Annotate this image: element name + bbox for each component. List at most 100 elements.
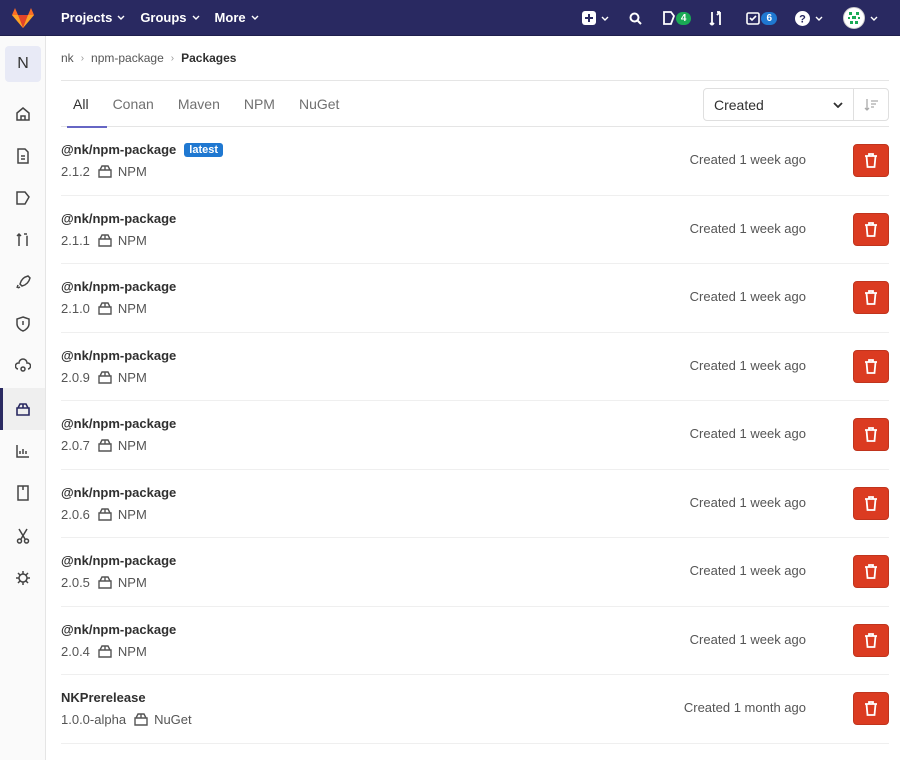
help-dropdown[interactable]: ? [795, 10, 823, 26]
new-item-dropdown[interactable] [581, 11, 609, 25]
nav-projects[interactable]: Projects [61, 10, 125, 25]
gitlab-logo[interactable] [0, 0, 46, 36]
chevron-down-icon [601, 16, 609, 21]
top-navbar: Projects Groups More 4 6 ? [0, 0, 900, 36]
package-name[interactable]: @nk/npm-package [61, 416, 176, 431]
created-timestamp: Created 1 week ago [689, 494, 806, 510]
sidebar-item-operations[interactable] [0, 345, 45, 387]
sort-by-dropdown[interactable]: Created [704, 89, 854, 120]
sort-lowest-icon [864, 98, 878, 111]
breadcrumb-separator-icon: › [170, 52, 175, 64]
chevron-down-icon [192, 15, 200, 20]
help-icon: ? [795, 10, 810, 26]
breadcrumb-namespace[interactable]: nk [61, 51, 74, 65]
sidebar-item-ci-cd[interactable] [0, 261, 45, 303]
gear-icon [15, 571, 30, 585]
merge-requests-button[interactable] [709, 10, 724, 26]
nav-more[interactable]: More [215, 10, 259, 25]
user-menu-dropdown[interactable] [843, 7, 878, 29]
tab-all[interactable]: All [67, 81, 106, 128]
nav-projects-label: Projects [61, 10, 113, 25]
sidebar-item-packages[interactable] [0, 388, 45, 430]
sidebar-item-analytics[interactable] [0, 430, 45, 472]
tab-conan[interactable]: Conan [113, 81, 154, 127]
delete-package-button[interactable] [853, 349, 889, 383]
issues-icon [15, 191, 30, 205]
delete-package-button[interactable] [853, 212, 889, 246]
package-version: 2.0.5 [61, 575, 90, 590]
delete-package-button[interactable] [853, 144, 889, 177]
package-name[interactable]: @nk/npm-package [61, 211, 176, 226]
trash-icon [865, 495, 877, 511]
package-icon [98, 233, 112, 247]
created-timestamp: Created 1 week ago [689, 289, 806, 304]
package-name[interactable]: NKPrerelease [61, 690, 146, 705]
trash-icon [865, 221, 877, 237]
package-name[interactable]: @nk/npm-package [61, 142, 176, 157]
chart-icon [15, 445, 29, 458]
issues-button[interactable]: 4 [662, 11, 692, 25]
svg-text:?: ? [799, 13, 806, 25]
package-row: @nk/npm-package 2.0.4 NPM Created 1 week… [61, 607, 889, 675]
breadcrumb-project[interactable]: npm-package [91, 51, 164, 65]
package-version: 2.1.0 [61, 301, 90, 316]
created-timestamp: Created 1 week ago [689, 357, 806, 373]
sidebar-item-repository[interactable] [0, 135, 45, 177]
chevron-down-icon [251, 15, 259, 20]
package-version: 2.1.2 [61, 164, 90, 179]
sidebar-item-project-overview[interactable] [0, 93, 45, 135]
project-avatar[interactable]: N [5, 46, 41, 82]
package-name[interactable]: @nk/npm-package [61, 553, 176, 568]
sidebar-item-wiki[interactable] [0, 472, 45, 514]
tab-nuget[interactable]: NuGet [299, 81, 339, 127]
sidebar-item-issues[interactable] [0, 177, 45, 219]
todos-button[interactable]: 6 [746, 11, 777, 25]
delete-package-button[interactable] [853, 486, 889, 520]
package-row: NKPrerelease 1.0.0-alpha NuGet Created 1… [61, 675, 889, 744]
sidebar-item-settings[interactable] [0, 557, 45, 599]
delete-package-button[interactable] [853, 281, 889, 314]
search-button[interactable] [629, 12, 642, 25]
chevron-down-icon [117, 15, 125, 20]
delete-package-button[interactable] [853, 555, 889, 588]
nav-more-label: More [214, 10, 246, 25]
package-row: @nk/npm-package 2.1.0 NPM Created 1 week… [61, 264, 889, 333]
tab-npm[interactable]: NPM [244, 81, 275, 127]
trash-icon [865, 358, 877, 374]
search-icon [629, 12, 642, 25]
tab-maven[interactable]: Maven [178, 81, 220, 127]
package-type: NPM [117, 438, 147, 453]
delete-package-button[interactable] [853, 623, 889, 657]
package-icon [98, 644, 112, 658]
nav-groups-label: Groups [140, 10, 187, 25]
trash-icon [865, 153, 877, 168]
sort-direction-button[interactable] [854, 89, 888, 120]
plus-square-icon [581, 11, 596, 25]
delete-package-button[interactable] [853, 692, 889, 725]
delete-package-button[interactable] [853, 418, 889, 451]
created-timestamp: Created 1 month ago [683, 700, 806, 715]
created-timestamp: Created 1 week ago [689, 426, 806, 441]
package-icon [15, 403, 30, 416]
chevron-down-icon [870, 16, 878, 21]
sidebar-item-merge-requests[interactable] [0, 219, 45, 261]
breadcrumb-current[interactable]: Packages [181, 51, 236, 65]
package-version: 2.0.9 [61, 369, 90, 385]
package-version: 2.0.4 [61, 643, 90, 659]
package-name[interactable]: @nk/npm-package [61, 279, 176, 294]
package-row: @nk/npm-package 2.0.9 NPM Created 1 week… [61, 333, 889, 401]
sidebar-item-snippets[interactable] [0, 515, 45, 557]
package-name[interactable]: @nk/npm-package [61, 348, 176, 363]
package-icon [98, 439, 112, 452]
sort-by-value: Created [714, 96, 764, 113]
created-timestamp: Created 1 week ago [689, 563, 806, 578]
package-name[interactable]: @nk/npm-package [61, 622, 176, 637]
sidebar-item-security[interactable] [0, 303, 45, 345]
cloud-gear-icon [14, 358, 31, 372]
trash-icon [865, 427, 877, 442]
scissors-icon [16, 528, 29, 544]
nav-groups[interactable]: Groups [140, 10, 200, 25]
merge-request-icon [15, 232, 28, 246]
package-name[interactable]: @nk/npm-package [61, 485, 176, 500]
trash-icon [865, 290, 877, 305]
